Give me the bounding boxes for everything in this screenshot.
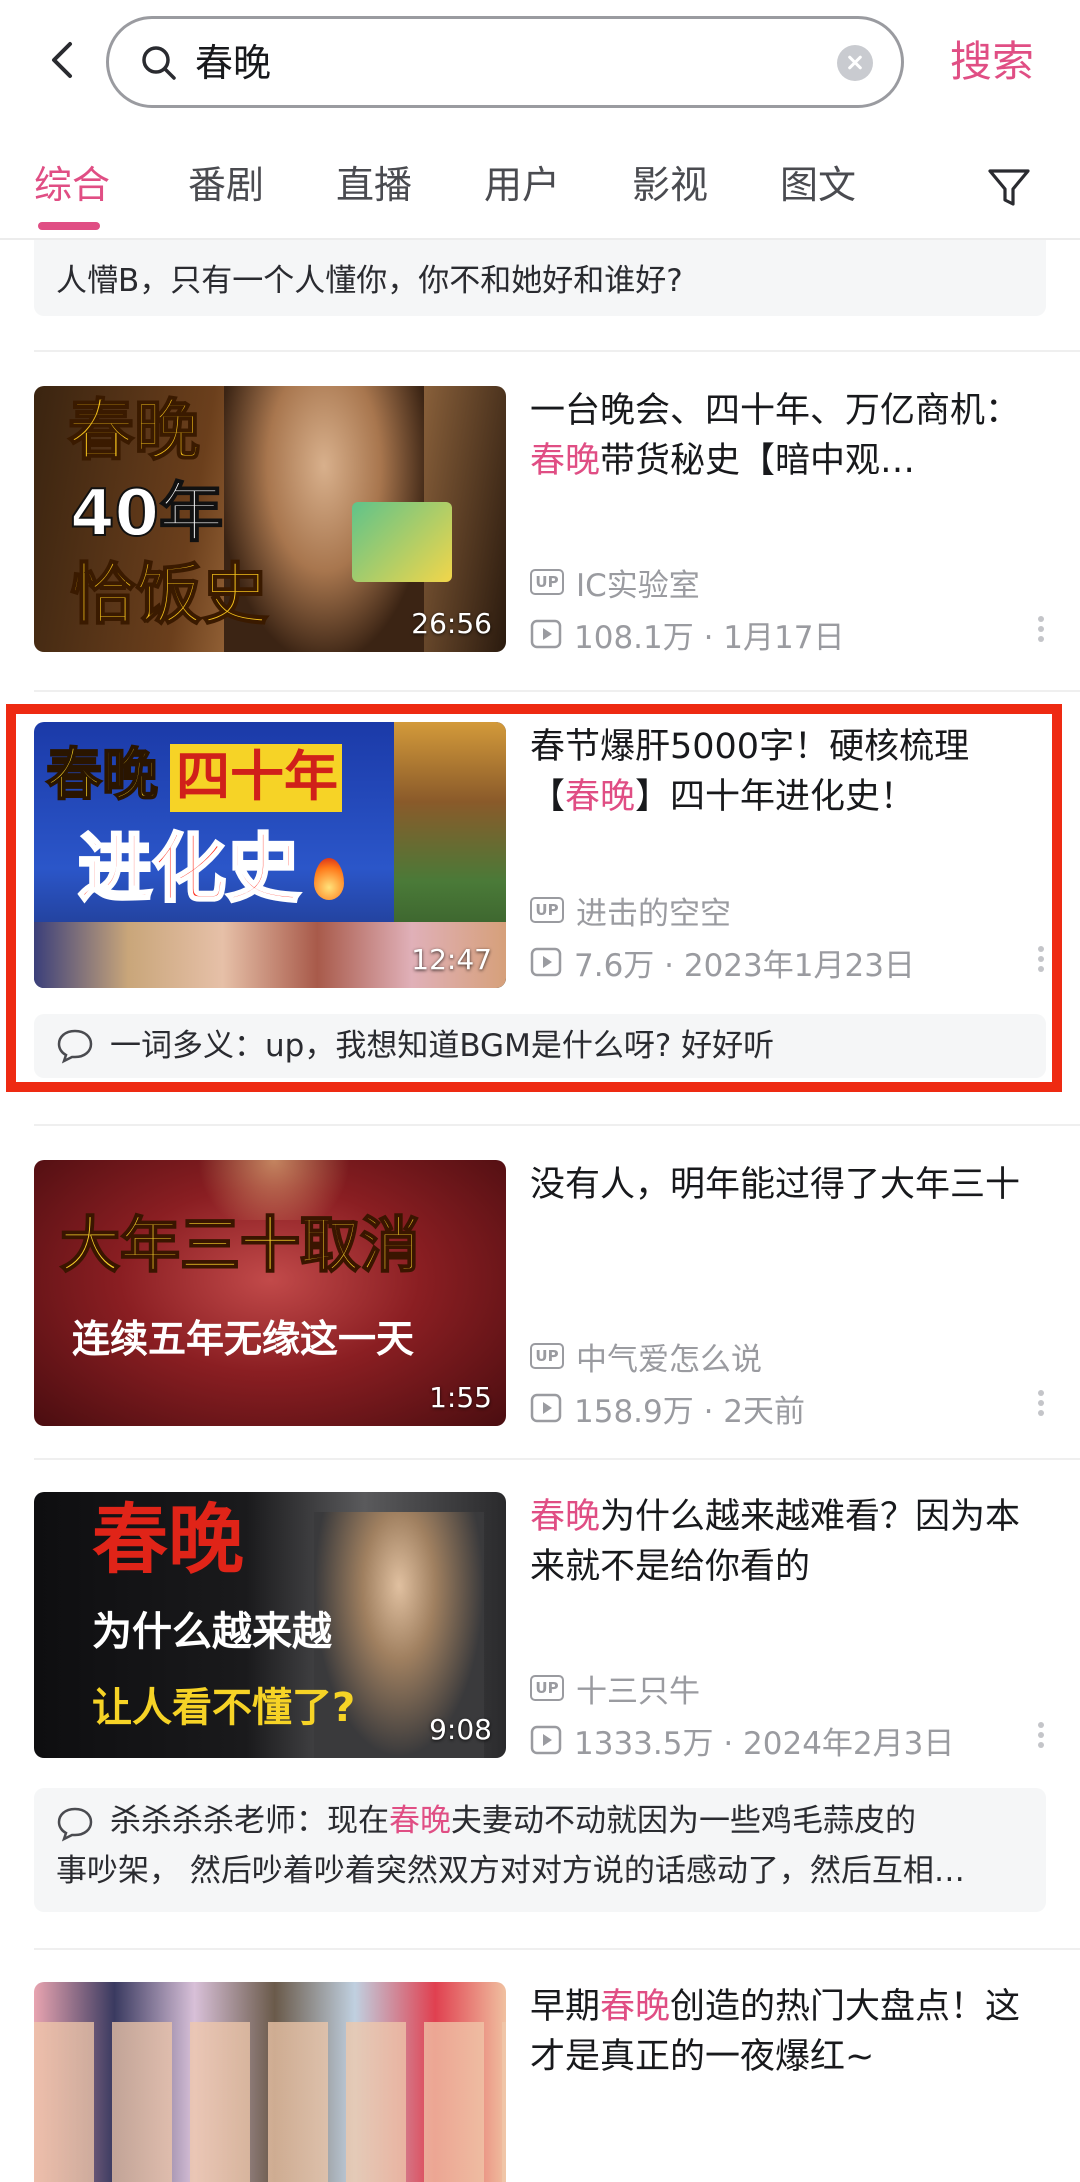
title-text: 早期 bbox=[530, 1987, 601, 2027]
video-thumbnail[interactable]: 春晚 40年 恰饭史 26:56 bbox=[34, 386, 506, 652]
search-input[interactable]: 春晚 bbox=[106, 16, 904, 108]
comment-preview[interactable]: 杀杀杀杀老师：现在春晚夫妻动不动就因为一些鸡毛蒜皮的 事吵架， 然后吵着吵着突然… bbox=[34, 1788, 1046, 1912]
author-row[interactable]: UP 中气爱怎么说 bbox=[530, 1336, 762, 1378]
video-stats: 1333.5万 · 2024年2月3日 bbox=[574, 1725, 955, 1762]
video-stats: 158.9万 · 2天前 bbox=[574, 1393, 806, 1430]
play-count-icon bbox=[530, 1725, 562, 1755]
title-text: 没有人，明年能过得了大年三十 bbox=[530, 1165, 1021, 1205]
selection-highlight-frame bbox=[6, 704, 1062, 1092]
tab-film-tv[interactable]: 影视 bbox=[632, 160, 708, 210]
author-name: IC实验室 bbox=[576, 567, 700, 604]
video-stats: 108.1万 · 1月17日 bbox=[574, 619, 845, 656]
video-card[interactable]: 大年三十取消 连续五年无缘这一天 1:55 没有人，明年能过得了大年三十 UP … bbox=[34, 1160, 1046, 1430]
comment-keyword: 春晚 bbox=[389, 1803, 451, 1839]
search-query: 春晚 bbox=[195, 41, 272, 85]
search-icon bbox=[142, 46, 176, 80]
search-header: 春晚 搜索 综合 番剧 直播 用户 影视 图文 bbox=[0, 0, 1080, 240]
comment-text-part: 杀杀杀杀老师：现在 bbox=[110, 1803, 389, 1839]
stats-row: 108.1万 · 1月17日 bbox=[530, 614, 845, 656]
divider bbox=[34, 350, 1080, 352]
author-name: 十三只牛 bbox=[576, 1673, 700, 1710]
thumbnail-caption: 大年三十取消 bbox=[59, 1211, 421, 1281]
thumbnail-faces bbox=[34, 2022, 506, 2182]
divider bbox=[34, 1458, 1080, 1460]
video-thumbnail[interactable]: 春晚 为什么越来越 让人看不懂了? 9:08 bbox=[34, 1492, 506, 1758]
title-text: 带货秘史【暗中观… bbox=[600, 441, 916, 481]
play-count-icon bbox=[530, 1393, 562, 1423]
comment-text-part: 夫妻动不动就因为一些鸡毛蒜皮的 bbox=[451, 1803, 916, 1839]
more-options-icon[interactable] bbox=[1036, 612, 1046, 652]
comment-text: 人懵B，只有一个人懂你，你不和她好和谁好? bbox=[56, 263, 683, 299]
video-duration: 1:55 bbox=[429, 1381, 492, 1414]
comment-text: 事吵架， 然后吵着吵着突然双方对对方说的话感动了，然后互相… bbox=[56, 1853, 965, 1889]
title-text: 一台晚会、四十年、万亿商机： bbox=[530, 391, 1021, 431]
video-card[interactable]: 早期春晚创造的热门大盘点！这才是真正的一夜爆红~ bbox=[34, 1982, 1046, 2182]
clear-icon[interactable] bbox=[837, 45, 873, 81]
stats-row: 158.9万 · 2天前 bbox=[530, 1388, 806, 1430]
divider bbox=[34, 690, 1080, 692]
thumbnail-caption: 春晚 bbox=[92, 1495, 244, 1584]
author-row[interactable]: UP 十三只牛 bbox=[530, 1668, 700, 1710]
title-text: 为什么越来越难看？因为本来就不是给你看的 bbox=[530, 1497, 1021, 1587]
thumbnail-sign bbox=[352, 502, 452, 582]
video-duration: 9:08 bbox=[429, 1713, 492, 1746]
up-badge-icon: UP bbox=[530, 1675, 564, 1701]
divider bbox=[34, 1124, 1080, 1126]
up-badge-icon: UP bbox=[530, 1343, 564, 1369]
author-row[interactable]: UP IC实验室 bbox=[530, 562, 700, 604]
tab-users[interactable]: 用户 bbox=[484, 160, 560, 210]
title-keyword: 春晚 bbox=[600, 1987, 671, 2027]
tab-anime[interactable]: 番剧 bbox=[188, 160, 264, 210]
stats-row: 1333.5万 · 2024年2月3日 bbox=[530, 1720, 955, 1762]
tab-live[interactable]: 直播 bbox=[336, 160, 412, 210]
tab-all[interactable]: 综合 bbox=[34, 160, 110, 210]
video-title[interactable]: 没有人，明年能过得了大年三十 bbox=[530, 1160, 1036, 1210]
title-keyword: 春晚 bbox=[530, 1497, 601, 1537]
play-count-icon bbox=[530, 619, 562, 649]
video-duration: 26:56 bbox=[411, 607, 492, 640]
video-thumbnail[interactable] bbox=[34, 1982, 506, 2182]
thumbnail-caption: 春晚 bbox=[67, 392, 201, 469]
comment-icon bbox=[57, 1807, 93, 1842]
search-button[interactable]: 搜索 bbox=[950, 36, 1034, 88]
up-badge-icon: UP bbox=[530, 569, 564, 595]
more-options-icon[interactable] bbox=[1036, 1386, 1046, 1426]
video-thumbnail[interactable]: 大年三十取消 连续五年无缘这一天 1:55 bbox=[34, 1160, 506, 1426]
active-tab-indicator bbox=[38, 222, 100, 230]
tab-articles[interactable]: 图文 bbox=[780, 160, 856, 210]
video-card[interactable]: 春晚 40年 恰饭史 26:56 一台晚会、四十年、万亿商机：春晚带货秘史【暗中… bbox=[34, 386, 1046, 656]
title-keyword: 春晚 bbox=[530, 441, 601, 481]
filter-icon[interactable] bbox=[986, 166, 1032, 210]
thumbnail-caption: 为什么越来越 bbox=[92, 1609, 332, 1655]
thumbnail-caption: 恰饭史 bbox=[69, 556, 269, 633]
result-tabs: 综合 番剧 直播 用户 影视 图文 bbox=[0, 150, 1080, 230]
comment-text: 杀杀杀杀老师：现在春晚夫妻动不动就因为一些鸡毛蒜皮的 bbox=[110, 1798, 1030, 1844]
more-options-icon[interactable] bbox=[1036, 1718, 1046, 1758]
video-title[interactable]: 一台晚会、四十年、万亿商机： 春晚带货秘史【暗中观… bbox=[530, 386, 1036, 486]
thumbnail-caption: 40年 bbox=[69, 477, 224, 551]
video-title[interactable]: 早期春晚创造的热门大盘点！这才是真正的一夜爆红~ bbox=[530, 1982, 1036, 2082]
thumbnail-caption: 连续五年无缘这一天 bbox=[72, 1316, 415, 1361]
back-arrow-icon[interactable] bbox=[40, 36, 88, 84]
video-card[interactable]: 春晚 为什么越来越 让人看不懂了? 9:08 春晚为什么越来越难看？因为本来就不… bbox=[34, 1492, 1046, 1762]
thumbnail-caption: 让人看不懂了? bbox=[92, 1685, 356, 1731]
search-results-feed: 人懵B，只有一个人懂你，你不和她好和谁好? 春晚 40年 恰饭史 26:56 一… bbox=[0, 0, 1080, 2182]
video-title[interactable]: 春晚为什么越来越难看？因为本来就不是给你看的 bbox=[530, 1492, 1036, 1592]
author-name: 中气爱怎么说 bbox=[576, 1341, 762, 1378]
divider bbox=[34, 1948, 1080, 1950]
